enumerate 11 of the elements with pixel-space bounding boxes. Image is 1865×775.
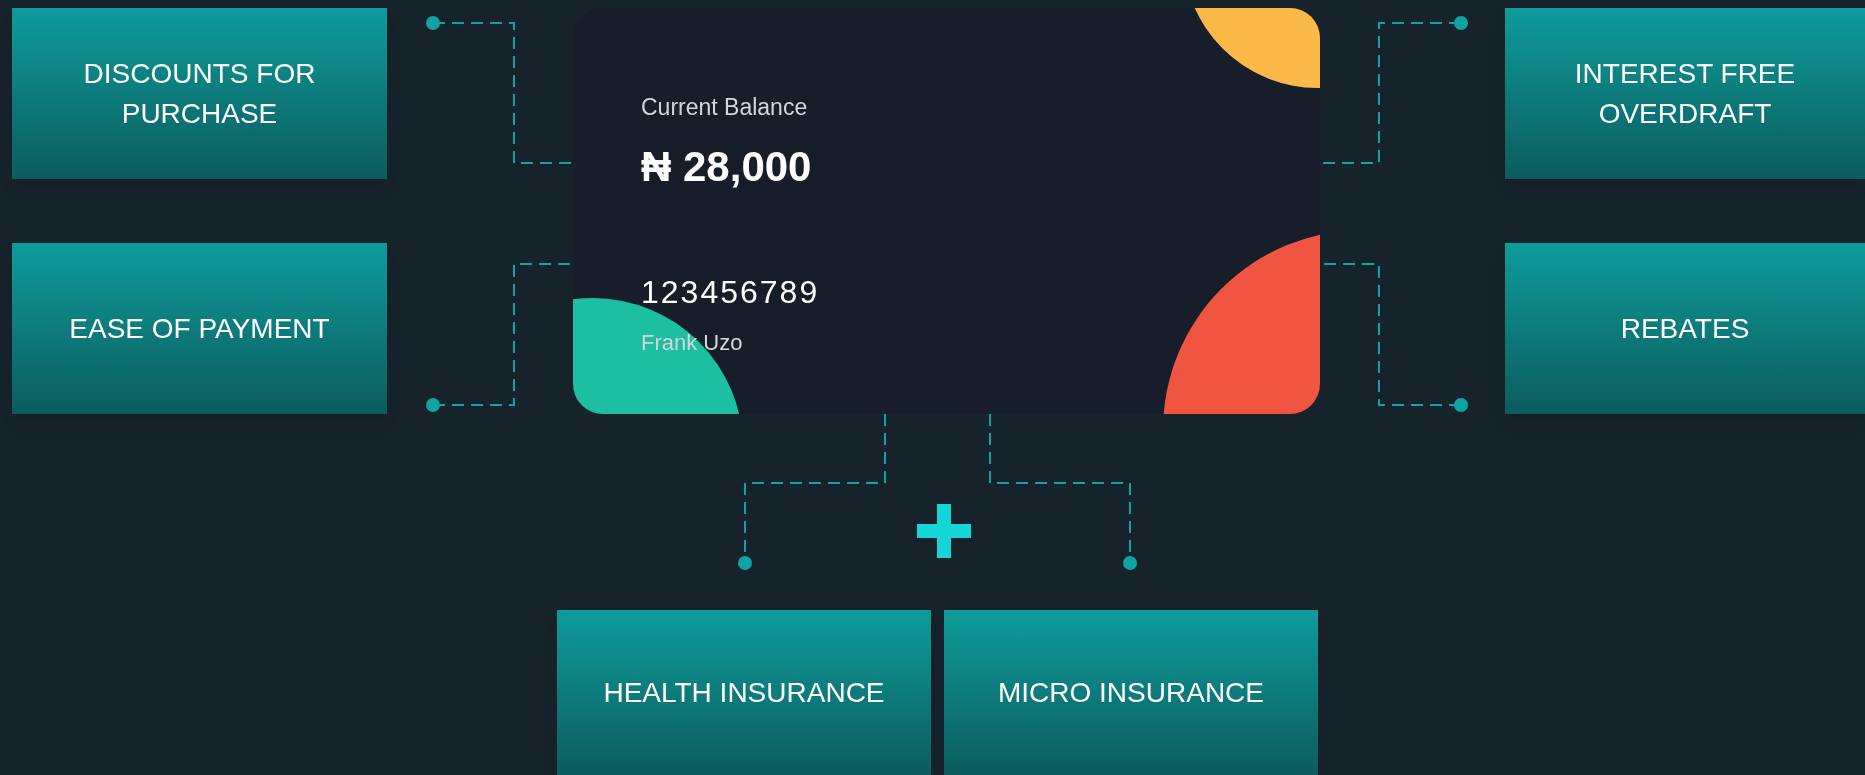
feature-tile: EASE OF PAYMENT bbox=[12, 243, 387, 414]
card-holder: Frank Uzo bbox=[641, 328, 744, 357]
balance-amount: ₦ 28,000 bbox=[641, 141, 813, 192]
feature-tile: DISCOUNTS FOR PURCHASE bbox=[12, 8, 387, 179]
feature-tile: INTEREST FREE OVERDRAFT bbox=[1505, 8, 1865, 179]
card-number: 123456789 bbox=[641, 272, 820, 312]
feature-tile: HEALTH INSURANCE bbox=[557, 610, 931, 775]
feature-tile: REBATES bbox=[1505, 243, 1865, 414]
plus-icon bbox=[917, 504, 971, 558]
feature-tile: MICRO INSURANCE bbox=[944, 610, 1318, 775]
balance-label: Current Balance bbox=[641, 93, 809, 122]
